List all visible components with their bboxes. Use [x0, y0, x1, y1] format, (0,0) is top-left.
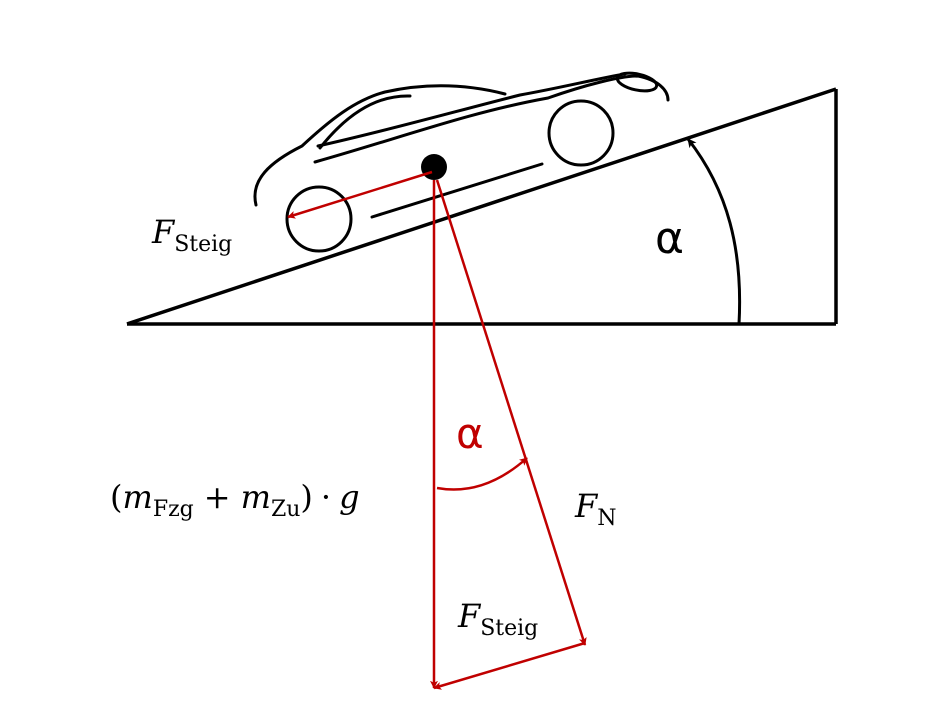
weight-m1: m — [122, 478, 152, 516]
weight-plus: + — [204, 478, 231, 516]
f-steig-label-top: FSteig — [151, 213, 232, 257]
slope-angle-label: α — [655, 213, 684, 264]
f-steig-top-main: F — [151, 213, 176, 251]
f-steig-arrow-on-car — [287, 170, 433, 219]
center-of-gravity — [421, 154, 447, 180]
weight-g: g — [339, 478, 359, 516]
weight-m1-sub: Fzg — [153, 497, 194, 522]
f-n-main: F — [574, 487, 599, 525]
vector-angle-label: α — [456, 409, 484, 458]
f-steig-bottom-main: F — [457, 597, 482, 635]
car-roof-line — [318, 94, 412, 150]
car-headlight — [615, 71, 659, 93]
car-front-wheel — [547, 99, 615, 167]
weight-m2-sub: Zu — [271, 497, 300, 522]
slope-angle-arc — [686, 138, 742, 325]
f-steig-bottom-sub: Steig — [480, 616, 538, 641]
weight-m2: m — [241, 478, 271, 516]
incline-hypotenuse — [126, 87, 837, 326]
f-n-sub: N — [597, 506, 616, 531]
weight-open-paren: ( — [110, 478, 122, 516]
weight-label: (mFzg + mZu) · g — [110, 478, 360, 522]
vector-angle-arc — [436, 457, 528, 491]
weight-dot: · — [321, 478, 331, 516]
car-upper-body — [313, 74, 670, 164]
car-side-line — [370, 162, 544, 219]
inclined-plane — [126, 87, 838, 326]
f-steig-label-bottom: FSteig — [457, 597, 538, 641]
f-n-label: FN — [574, 487, 616, 531]
car-icon — [253, 71, 670, 253]
incline-force-diagram: α α FSteig FSteig FN (mFzg + mZu) · g — [110, 71, 838, 690]
car-rear-wheel — [285, 185, 353, 253]
f-steig-arrow-triangle — [433, 641, 586, 690]
f-steig-top-sub: Steig — [174, 232, 232, 257]
weight-close-paren: ) — [300, 478, 312, 516]
car-window-line — [316, 72, 627, 148]
